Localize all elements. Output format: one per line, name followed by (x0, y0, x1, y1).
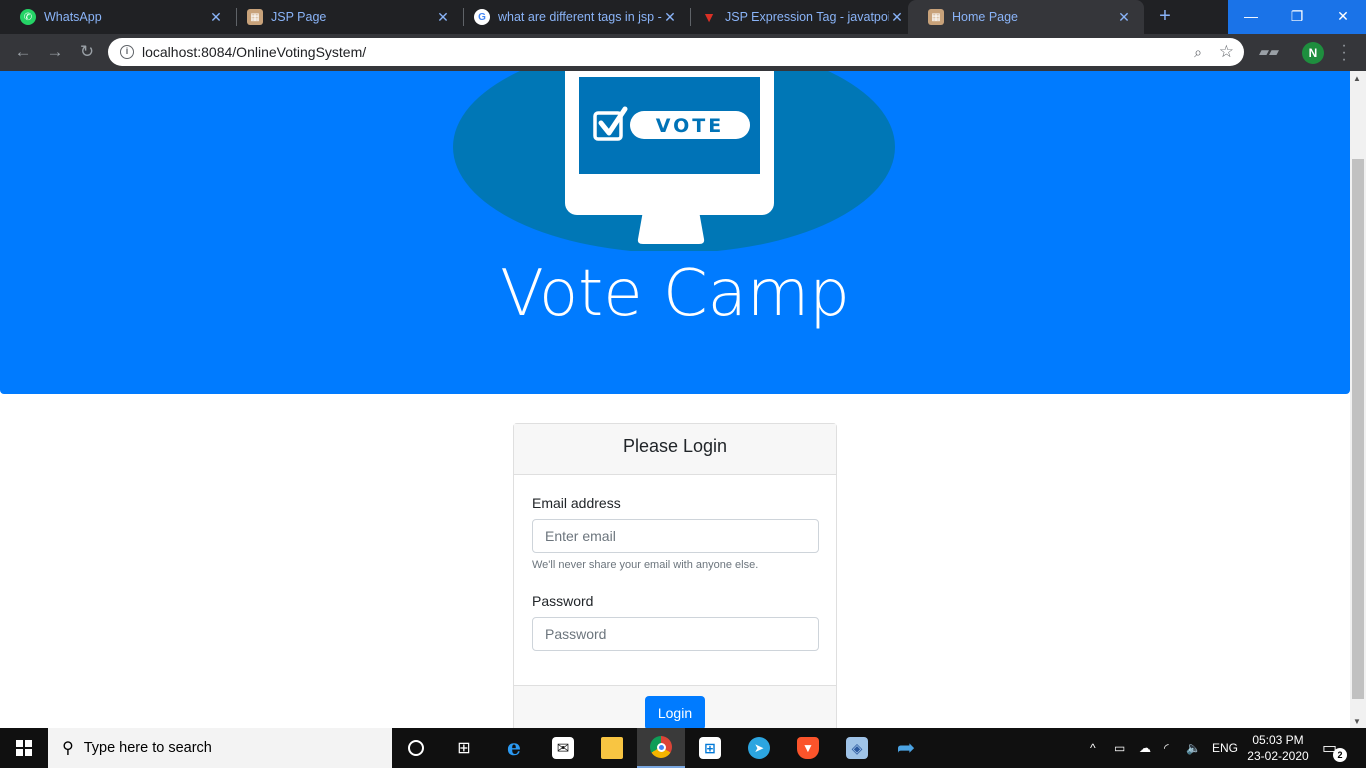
close-tab-icon[interactable]: ✕ (435, 9, 451, 26)
task-view-icon[interactable]: ⊞ (440, 728, 488, 768)
zoom-icon[interactable]: ⌕ (1194, 44, 1202, 61)
scroll-down-arrow-icon[interactable]: ▼ (1353, 717, 1361, 726)
tray-expand-icon[interactable]: ^ (1090, 728, 1096, 768)
close-tab-icon[interactable]: ✕ (1116, 9, 1132, 26)
onedrive-icon[interactable]: ☁ (1139, 728, 1151, 768)
minimize-button[interactable]: — (1228, 0, 1274, 34)
login-card-footer: Login (514, 685, 836, 728)
tab-jsp-page[interactable]: ▦ JSP Page ✕ (227, 0, 463, 34)
telegram-icon[interactable]: ➤ (735, 728, 783, 768)
email-help-text: We'll never share your email with anyone… (532, 559, 759, 571)
extension-icon[interactable]: ▰▰ (1259, 44, 1279, 60)
clock-time: 05:03 PM (1252, 733, 1304, 747)
tab-home-page[interactable]: ▦ Home Page ✕ (908, 0, 1144, 34)
reload-icon[interactable]: ↻ (76, 42, 98, 64)
vote-logo: VOTE (453, 71, 895, 251)
login-card: Please Login Email address We'll never s… (513, 423, 837, 728)
wifi-icon[interactable]: ◜ (1164, 728, 1169, 768)
whatsapp-icon: ✆ (20, 9, 36, 25)
cortana-icon[interactable] (392, 728, 440, 768)
clock-date: 23-02-2020 (1247, 749, 1309, 763)
browser-toolbar: ← → ↻ i localhost:8084/OnlineVotingSyste… (0, 34, 1366, 71)
maximize-button[interactable]: ❐ (1274, 0, 1320, 34)
tab-title: Home Page (952, 10, 1019, 24)
email-field[interactable] (532, 519, 819, 553)
taskbar-search[interactable]: ⚲ Type here to search (48, 728, 392, 768)
search-icon: ⚲ (62, 740, 74, 757)
password-field[interactable] (532, 617, 819, 651)
store-icon[interactable]: ⊞ (686, 728, 734, 768)
scroll-thumb[interactable] (1352, 159, 1364, 699)
tab-title: what are different tags in jsp - (498, 10, 662, 24)
close-tab-icon[interactable]: ✕ (662, 9, 678, 26)
password-label: Password (532, 593, 594, 609)
close-tab-icon[interactable]: ✕ (208, 9, 224, 26)
volume-icon[interactable]: 🔈 (1186, 728, 1201, 768)
taskbar-search-placeholder: Type here to search (83, 740, 212, 756)
javatpoint-icon: ▼ (702, 9, 716, 25)
tab-strip: ✆ WhatsApp ✕ ▦ JSP Page ✕ G what are dif… (0, 0, 1366, 34)
vote-logo-text: VOTE (656, 115, 724, 137)
email-label: Email address (532, 495, 621, 511)
tab-title: JSP Expression Tag - javatpoint (725, 10, 889, 24)
close-tab-icon[interactable]: ✕ (889, 9, 905, 26)
login-button[interactable]: Login (645, 696, 705, 728)
battery-icon[interactable]: ▭ (1114, 728, 1125, 768)
google-icon: G (474, 9, 490, 25)
tab-google-search[interactable]: G what are different tags in jsp - ✕ (454, 0, 690, 34)
notification-count-badge: 2 (1333, 748, 1347, 762)
brave-icon[interactable]: ▼ (784, 728, 832, 768)
file-explorer-icon[interactable] (588, 728, 636, 768)
jumbotron-header: VOTE Vote Camp (0, 71, 1350, 394)
netbeans-icon[interactable]: ➦ (882, 728, 930, 768)
close-window-button[interactable]: ✕ (1320, 0, 1366, 34)
windows-taskbar: ⚲ Type here to search ⊞ e ✉ ⊞ ➤ ▼ ◈ ➦ ^ … (0, 728, 1366, 768)
login-card-header: Please Login (514, 424, 836, 475)
virtualbox-icon[interactable]: ◈ (833, 728, 881, 768)
tab-title: JSP Page (271, 10, 327, 24)
forward-arrow-icon[interactable]: → (44, 42, 66, 64)
tab-javatpoint[interactable]: ▼ JSP Expression Tag - javatpoint ✕ (681, 0, 917, 34)
language-indicator[interactable]: ENG (1212, 728, 1238, 768)
url-text[interactable]: localhost:8084/OnlineVotingSystem/ (142, 44, 366, 60)
scroll-up-arrow-icon[interactable]: ▲ (1353, 74, 1361, 83)
page-viewport: VOTE Vote Camp Please Login Email addres… (0, 71, 1350, 728)
bookmark-star-icon[interactable]: ☆ (1219, 42, 1234, 62)
edge-icon[interactable]: e (490, 728, 538, 768)
new-tab-button[interactable]: + (1152, 4, 1178, 30)
windows-logo-icon (16, 740, 32, 756)
tab-whatsapp[interactable]: ✆ WhatsApp ✕ (0, 0, 236, 34)
page-icon: ▦ (928, 9, 944, 25)
tab-title: WhatsApp (44, 10, 102, 24)
login-card-body: Email address We'll never share your ema… (514, 475, 836, 651)
start-button[interactable] (0, 728, 48, 768)
chrome-icon[interactable] (637, 728, 685, 768)
taskbar-clock[interactable]: 05:03 PM 23-02-2020 (1240, 732, 1316, 764)
page-scrollbar[interactable]: ▲ ▼ (1350, 71, 1366, 728)
back-arrow-icon[interactable]: ← (12, 42, 34, 64)
page-icon: ▦ (247, 9, 263, 25)
site-info-icon[interactable]: i (120, 45, 134, 59)
profile-avatar[interactable]: N (1302, 42, 1324, 64)
menu-dots-icon[interactable]: · · · (1338, 38, 1350, 68)
brand-title: Vote Camp (500, 257, 850, 331)
address-bar[interactable]: i localhost:8084/OnlineVotingSystem/ ⌕ ☆ (108, 38, 1244, 66)
mail-icon[interactable]: ✉ (539, 728, 587, 768)
